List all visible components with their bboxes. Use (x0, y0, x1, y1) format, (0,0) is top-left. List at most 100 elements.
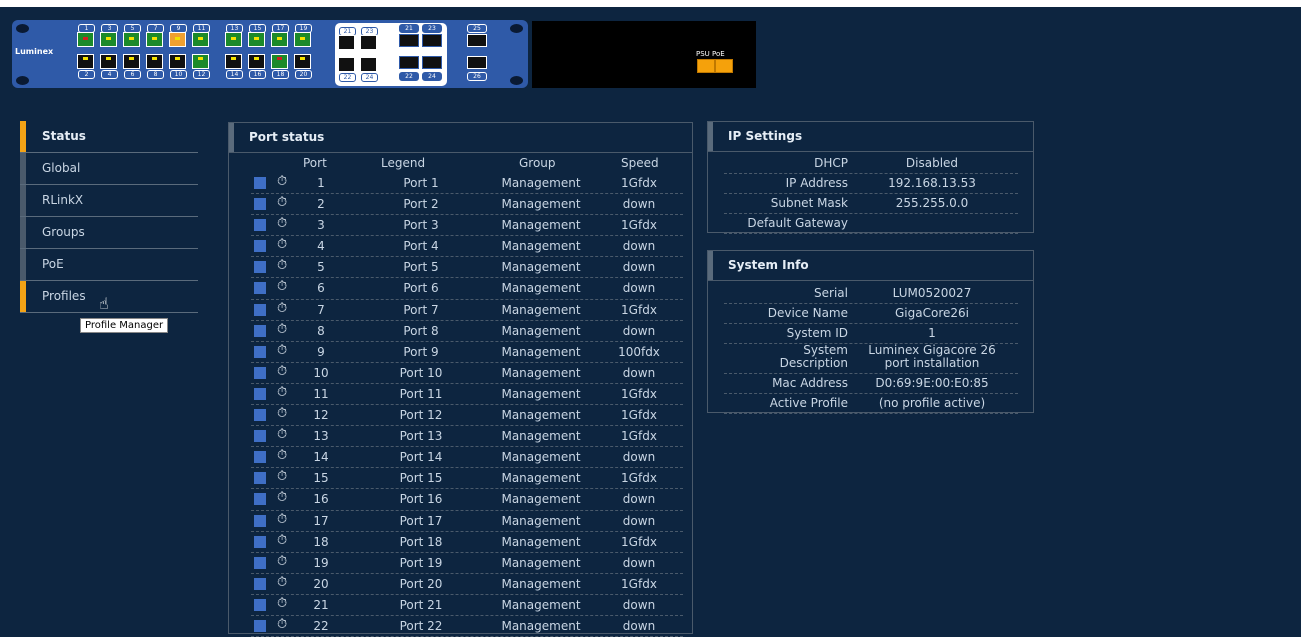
port-18[interactable]: 18 (271, 54, 289, 83)
table-row[interactable]: ⏱ 11 Port 11 Management 1Gfdx (251, 384, 683, 406)
sfp-port-26[interactable]: 26 (467, 56, 487, 85)
port-11[interactable]: 11 (192, 24, 210, 53)
stopwatch-icon[interactable]: ⏱ (277, 617, 287, 632)
table-row[interactable]: ⏱ 5 Port 5 Management down (251, 257, 683, 279)
table-row[interactable]: ⏱ 21 Port 21 Management down (251, 595, 683, 616)
port-color-swatch[interactable] (254, 240, 266, 253)
table-row[interactable]: ⏱ 14 Port 14 Management down (251, 447, 683, 469)
stopwatch-icon[interactable]: ⏱ (277, 512, 287, 527)
stopwatch-icon[interactable]: ⏱ (277, 343, 287, 358)
port-color-swatch[interactable] (254, 366, 266, 379)
table-row[interactable]: ⏱ 1 Port 1 Management 1Gfdx (251, 173, 683, 195)
port-color-swatch[interactable] (254, 345, 266, 358)
stopwatch-icon[interactable]: ⏱ (277, 469, 287, 484)
table-row[interactable]: ⏱ 12 Port 12 Management 1Gfdx (251, 405, 683, 427)
sfp-port-25[interactable]: 25 (467, 24, 487, 53)
port-8[interactable]: 8 (146, 54, 164, 83)
table-row[interactable]: ⏱ 15 Port 15 Management 1Gfdx (251, 468, 683, 490)
stopwatch-icon[interactable]: ⏱ (277, 279, 287, 294)
port-2[interactable]: 2 (77, 54, 95, 83)
sfp-port-24[interactable]: 24 (422, 56, 442, 85)
stopwatch-icon[interactable]: ⏱ (277, 174, 287, 189)
port-24[interactable]: 24 (360, 57, 378, 86)
table-row[interactable]: ⏱ 10 Port 10 Management down (251, 363, 683, 384)
port-6[interactable]: 6 (123, 54, 141, 83)
port-color-swatch[interactable] (254, 598, 266, 611)
stopwatch-icon[interactable]: ⏱ (277, 301, 287, 316)
port-color-swatch[interactable] (254, 409, 266, 422)
sidebar-item-poe[interactable]: PoE (20, 249, 198, 281)
port-23[interactable]: 23 (360, 27, 378, 56)
port-color-swatch[interactable] (254, 387, 266, 400)
table-row[interactable]: ⏱ 18 Port 18 Management 1Gfdx (251, 532, 683, 553)
stopwatch-icon[interactable]: ⏱ (277, 237, 287, 252)
port-17[interactable]: 17 (271, 24, 289, 53)
table-row[interactable]: ⏱ 22 Port 22 Management down (251, 616, 683, 637)
stopwatch-icon[interactable]: ⏱ (277, 258, 287, 273)
port-color-swatch[interactable] (254, 514, 266, 527)
stopwatch-icon[interactable]: ⏱ (277, 448, 287, 463)
port-color-swatch[interactable] (254, 472, 266, 485)
stopwatch-icon[interactable]: ⏱ (277, 406, 287, 421)
port-5[interactable]: 5 (123, 24, 141, 53)
stopwatch-icon[interactable]: ⏱ (277, 385, 287, 400)
port-4[interactable]: 4 (100, 54, 118, 83)
sidebar-item-profiles[interactable]: Profiles (20, 281, 198, 313)
port-color-swatch[interactable] (254, 219, 266, 232)
sfp-port-22[interactable]: 22 (399, 56, 419, 85)
port-14[interactable]: 14 (225, 54, 243, 83)
port-20[interactable]: 20 (294, 54, 312, 83)
port-color-swatch[interactable] (254, 493, 266, 506)
stopwatch-icon[interactable]: ⏱ (277, 364, 287, 379)
stopwatch-icon[interactable]: ⏱ (277, 195, 287, 210)
port-15[interactable]: 15 (248, 24, 266, 53)
stopwatch-icon[interactable]: ⏱ (277, 427, 287, 442)
sidebar-item-rlinkx[interactable]: RLinkX (20, 185, 198, 217)
port-color-swatch[interactable] (254, 198, 266, 211)
port-22[interactable]: 22 (338, 57, 356, 86)
port-color-swatch[interactable] (254, 451, 266, 464)
port-16[interactable]: 16 (248, 54, 266, 83)
table-row[interactable]: ⏱ 7 Port 7 Management 1Gfdx (251, 300, 683, 321)
stopwatch-icon[interactable]: ⏱ (277, 554, 287, 569)
port-color-swatch[interactable] (254, 303, 266, 316)
table-row[interactable]: ⏱ 2 Port 2 Management down (251, 194, 683, 216)
table-row[interactable]: ⏱ 13 Port 13 Management 1Gfdx (251, 426, 683, 448)
stopwatch-icon[interactable]: ⏱ (277, 322, 287, 337)
port-3[interactable]: 3 (100, 24, 118, 53)
stopwatch-icon[interactable]: ⏱ (277, 596, 287, 611)
port-12[interactable]: 12 (192, 54, 210, 83)
sfp-port-21[interactable]: 21 (399, 24, 419, 53)
table-row[interactable]: ⏱ 19 Port 19 Management down (251, 553, 683, 574)
port-color-swatch[interactable] (254, 619, 266, 632)
port-10[interactable]: 10 (169, 54, 187, 83)
stopwatch-icon[interactable]: ⏱ (277, 216, 287, 231)
port-color-swatch[interactable] (254, 177, 266, 189)
port-9[interactable]: 9 (169, 24, 187, 53)
table-row[interactable]: ⏱ 6 Port 6 Management down (251, 278, 683, 300)
port-color-swatch[interactable] (254, 324, 266, 337)
sfp-port-23[interactable]: 23 (422, 24, 442, 53)
sidebar-item-global[interactable]: Global (20, 153, 198, 185)
port-7[interactable]: 7 (146, 24, 164, 53)
port-color-swatch[interactable] (254, 282, 266, 295)
sidebar-item-status[interactable]: Status (20, 121, 198, 153)
table-row[interactable]: ⏱ 8 Port 8 Management down (251, 321, 683, 342)
stopwatch-icon[interactable]: ⏱ (277, 575, 287, 590)
table-row[interactable]: ⏱ 16 Port 16 Management down (251, 489, 683, 511)
port-color-swatch[interactable] (254, 556, 266, 569)
table-row[interactable]: ⏱ 17 Port 17 Management down (251, 511, 683, 532)
port-color-swatch[interactable] (254, 535, 266, 548)
port-21[interactable]: 21 (338, 27, 356, 56)
table-row[interactable]: ⏱ 20 Port 20 Management 1Gfdx (251, 574, 683, 595)
table-row[interactable]: ⏱ 4 Port 4 Management down (251, 236, 683, 258)
port-color-swatch[interactable] (254, 261, 266, 274)
port-19[interactable]: 19 (294, 24, 312, 53)
port-color-swatch[interactable] (254, 577, 266, 590)
port-1[interactable]: 1 (77, 24, 95, 53)
stopwatch-icon[interactable]: ⏱ (277, 533, 287, 548)
port-13[interactable]: 13 (225, 24, 243, 53)
sidebar-item-groups[interactable]: Groups (20, 217, 198, 249)
stopwatch-icon[interactable]: ⏱ (277, 490, 287, 505)
port-color-swatch[interactable] (254, 430, 266, 443)
